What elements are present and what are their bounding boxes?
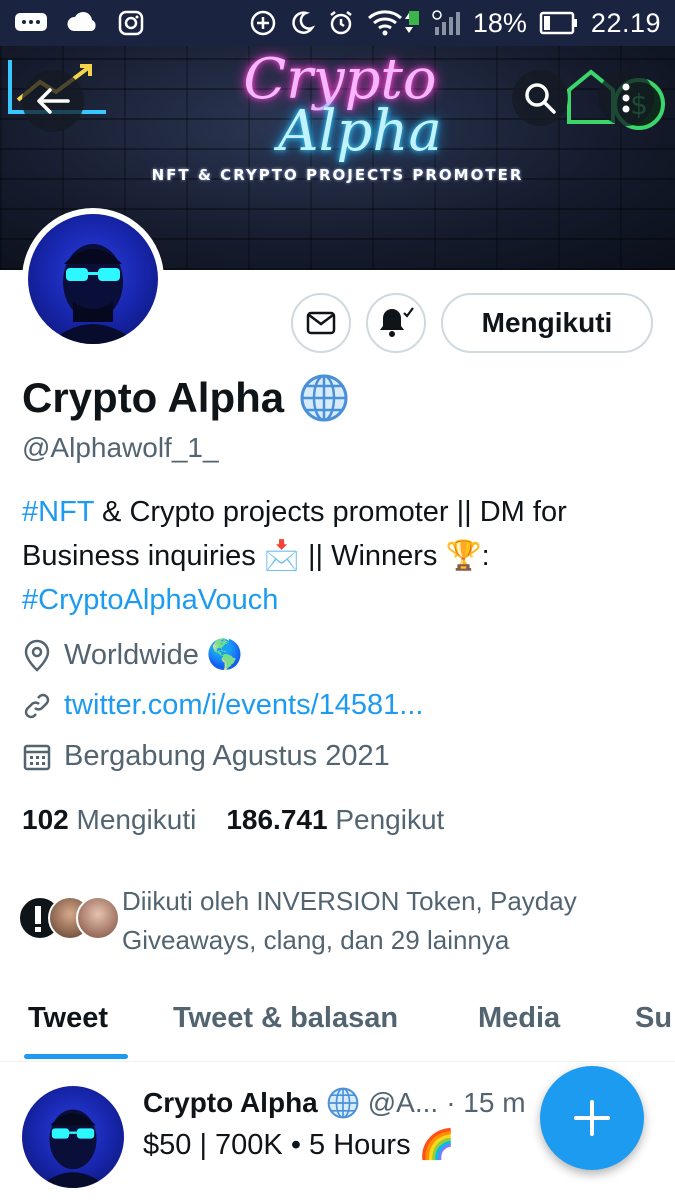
- moon-icon: [289, 10, 315, 36]
- following-button[interactable]: Mengikuti: [441, 293, 653, 353]
- followers-count: 186.741: [226, 804, 328, 835]
- messages-icon: [14, 11, 48, 35]
- tab-tweets[interactable]: Tweet: [28, 1002, 108, 1035]
- bio-text: & Crypto projects promoter || DM for Bus…: [22, 496, 567, 572]
- clock: 22.19: [590, 7, 661, 38]
- avatar-portrait-icon: [48, 244, 138, 344]
- tweet-time: · 15 m: [446, 1087, 526, 1118]
- tab-likes[interactable]: Su: [635, 1002, 672, 1035]
- following-label: Mengikuti: [76, 804, 197, 835]
- battery-icon: [539, 10, 579, 36]
- search-icon: [525, 83, 556, 114]
- compose-tweet-button[interactable]: [540, 1066, 644, 1170]
- more-options-button[interactable]: [598, 70, 654, 126]
- tweet-text: $50 | 700K • 5 Hours 🌈: [143, 1129, 455, 1161]
- instagram-icon: [118, 10, 144, 36]
- user-handle: @Alphawolf_1_: [22, 432, 219, 463]
- followed-by[interactable]: Diikuti oleh INVERSION Token, Payday Giv…: [18, 882, 632, 960]
- profile-tabs: Tweet Tweet & balasan Media Su: [0, 980, 675, 1062]
- following-count-link[interactable]: 102 Mengikuti: [22, 804, 196, 836]
- website-row: twitter.com/i/events/14581...: [22, 689, 423, 722]
- profile-avatar[interactable]: [22, 208, 164, 350]
- avatar-portrait-icon: [37, 1109, 109, 1188]
- notifications-button[interactable]: [366, 293, 426, 353]
- battery-percent: 18%: [472, 7, 527, 38]
- follower-avatar: [76, 896, 120, 940]
- globe-icon: [300, 374, 348, 422]
- name-row: Crypto Alpha: [22, 372, 350, 424]
- joined-row: Bergabung Agustus 2021: [22, 740, 390, 773]
- bell-check-icon: [380, 307, 414, 337]
- location-row: Worldwide 🌎: [22, 638, 243, 672]
- wifi-icon: [367, 9, 419, 37]
- tab-tweets-replies[interactable]: Tweet & balasan: [173, 1002, 398, 1035]
- bio: #NFT & Crypto projects promoter || DM fo…: [22, 490, 652, 622]
- follow-counts: 102 Mengikuti 186.741 Pengikut: [22, 804, 444, 836]
- signal-icon: [431, 9, 461, 37]
- tweet-avatar[interactable]: [22, 1086, 124, 1188]
- followers-count-link[interactable]: 186.741 Pengikut: [226, 804, 444, 836]
- plus-icon: [574, 1100, 610, 1136]
- following-count: 102: [22, 804, 69, 835]
- joined-text: Bergabung Agustus 2021: [64, 740, 390, 772]
- website-link[interactable]: twitter.com/i/events/14581...: [64, 689, 423, 722]
- banner-subtitle: NFT & CRYPTO PROJECTS PROMOTER: [151, 166, 524, 184]
- arrow-left-icon: [37, 88, 70, 114]
- data-saver-icon: [249, 9, 277, 37]
- followers-label: Pengikut: [335, 804, 445, 835]
- cloud-icon: [66, 11, 100, 35]
- envelope-icon: [306, 311, 336, 335]
- more-vertical-icon: [622, 83, 630, 113]
- calendar-icon: [23, 744, 51, 770]
- message-button[interactable]: [291, 293, 351, 353]
- tweet-header: Crypto Alpha @A... · 15 m: [143, 1086, 526, 1120]
- alarm-icon: [327, 9, 355, 37]
- location-text: Worldwide 🌎: [64, 639, 244, 671]
- banner-title: Crypto Alpha: [180, 52, 500, 164]
- hashtag-vouch-link[interactable]: #CryptoAlphaVouch: [22, 584, 278, 616]
- status-bar: 18% 22.19: [0, 0, 675, 46]
- globe-icon: [327, 1087, 359, 1119]
- tab-media[interactable]: Media: [478, 1002, 560, 1035]
- display-name: Crypto Alpha: [22, 374, 285, 421]
- followed-by-text: Diikuti oleh INVERSION Token, Payday Giv…: [122, 886, 577, 955]
- link-icon: [24, 693, 50, 718]
- tweet-author-handle: @A...: [367, 1087, 439, 1118]
- tweet-author-name[interactable]: Crypto Alpha: [143, 1087, 318, 1119]
- follower-avatars: [18, 896, 120, 944]
- back-button[interactable]: [22, 70, 84, 132]
- hashtag-nft-link[interactable]: #NFT: [22, 496, 94, 528]
- search-button[interactable]: [512, 70, 568, 126]
- active-tab-indicator: [24, 1054, 128, 1059]
- banner-title-line2: Alpha: [278, 99, 442, 164]
- location-pin-icon: [24, 639, 50, 672]
